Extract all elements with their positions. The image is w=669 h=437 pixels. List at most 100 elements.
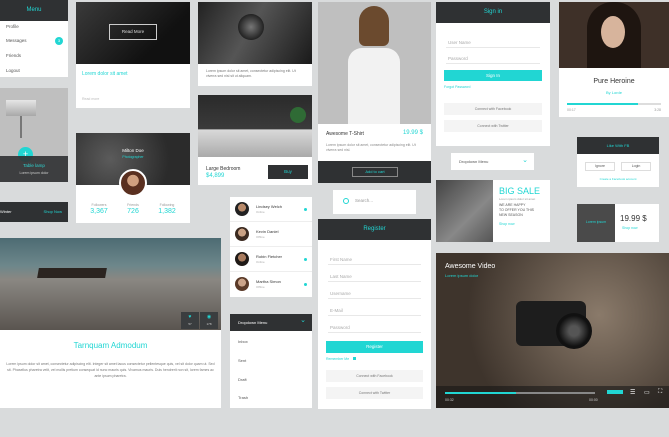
shop-strip-action[interactable]: Shop Now xyxy=(44,209,62,214)
register-twitter-button[interactable]: Connect with Twitter xyxy=(326,387,423,399)
register-header: Register xyxy=(318,219,431,240)
signin-twitter-button[interactable]: Connect with Twitter xyxy=(444,120,542,132)
video-controls: 00:32 00:00 ☰ ▭ ⛶ xyxy=(436,386,669,408)
dock-like-button[interactable]: ♥ 57 xyxy=(181,312,199,329)
stat-value: 726 xyxy=(127,208,139,215)
menu-item-logout[interactable]: Logout xyxy=(6,68,20,73)
password-field[interactable]: Password xyxy=(328,322,421,333)
contact-item[interactable]: Kevin Daniel Offline xyxy=(230,222,312,247)
contacts-list: Lindsey Welch Online Kevin Daniel Offlin… xyxy=(230,197,312,297)
signin-password-field[interactable]: Password xyxy=(446,53,540,64)
status-dot xyxy=(304,283,307,286)
read-more-button[interactable]: Read More xyxy=(109,24,157,40)
stat-followers[interactable]: Followers 3,367 xyxy=(82,203,116,215)
search-bar[interactable]: Search... xyxy=(333,190,416,214)
lamp-footer: Table lamp Lorem ipsum dolor xyxy=(0,156,68,182)
volume-bar[interactable] xyxy=(607,390,623,394)
lamp-card: + Table lamp Lorem ipsum dolor xyxy=(0,88,68,182)
contact-status: Offline xyxy=(256,285,265,289)
contact-item[interactable]: Martha Simon Offline xyxy=(230,272,312,297)
settings-icon[interactable]: ☰ xyxy=(630,389,635,396)
dock-view-count: 178 xyxy=(206,322,212,326)
video-progress-fill xyxy=(445,392,516,394)
tshirt-footer: Add to cart xyxy=(318,161,431,183)
tshirt-text: Lorem ipsum dolor sit amet, consectetur … xyxy=(326,143,416,152)
contact-status: Offline xyxy=(256,235,265,239)
price-card-label: Lorem ipsum xyxy=(585,220,607,224)
dock-view-button[interactable]: ◉ 178 xyxy=(200,312,218,329)
dropdown-menu-label: Dropdown Menu xyxy=(238,320,268,325)
price-card-action[interactable]: Shop now xyxy=(622,226,638,230)
screen-icon[interactable]: ▭ xyxy=(644,389,650,396)
price-card-price: 19.99 $ xyxy=(620,214,647,223)
register-facebook-button[interactable]: Connect with Facebook xyxy=(326,370,423,382)
sale-image xyxy=(436,180,493,242)
search-input[interactable]: Search... xyxy=(355,198,373,203)
facebook-create-link[interactable]: Create a Facebook account xyxy=(577,177,659,181)
tshirt-name: Awesome T-Shirt xyxy=(326,131,364,137)
avatar xyxy=(235,277,249,291)
menu-item-friends[interactable]: Friends xyxy=(6,53,21,58)
read-card-link[interactable]: Read more xyxy=(82,97,99,101)
player-progress-fill xyxy=(567,103,638,105)
contact-name: Robin Fletcher xyxy=(256,254,283,259)
avatar xyxy=(235,202,249,216)
signin-facebook-button[interactable]: Connect with Facebook xyxy=(444,103,542,115)
remember-me-label: Remember Me xyxy=(326,357,350,361)
username-field[interactable]: Username xyxy=(328,288,421,299)
sale-text: WE ARE HAPPY TO OFFER YOU THIS NEW SEASO… xyxy=(499,203,535,217)
singer-face xyxy=(601,16,625,48)
sale-subtitle: Lorem ipsum dolor sit amet xyxy=(499,197,536,201)
price-card: Lorem ipsum 19.99 $ Shop now xyxy=(577,204,659,242)
email-field[interactable]: E-Mail xyxy=(328,305,421,316)
menu-card: Menu Profile Messages 3 Friends Logout xyxy=(0,0,68,77)
dropdown-menu: Dropdown Menu ⌄ Inbox Sent Draft Trash xyxy=(230,314,312,408)
menu-item-profile[interactable]: Profile xyxy=(6,24,19,29)
contact-item[interactable]: Robin Fletcher Online xyxy=(230,247,312,272)
stat-following[interactable]: Following 1,382 xyxy=(150,203,184,215)
dock-text: Lorem ipsum dolor sit amet, consectetur … xyxy=(6,362,215,378)
forgot-password-link[interactable]: Forgot Password xyxy=(444,85,470,89)
fullscreen-icon[interactable]: ⛶ xyxy=(658,389,662,396)
signin-button[interactable]: Sign In xyxy=(444,70,542,81)
dropdown-item-trash[interactable]: Trash xyxy=(238,395,248,400)
camera-card: Lorem ipsum dolor sit amet, consectetur … xyxy=(198,2,312,86)
menu-header: Menu xyxy=(0,0,68,21)
signin-username-field[interactable]: User Name xyxy=(446,37,540,48)
first-name-field[interactable]: First Name xyxy=(328,254,421,265)
dropdown-item-sent[interactable]: Sent xyxy=(238,358,246,363)
facebook-title: Like With FB xyxy=(606,143,630,148)
signin-card: Sign in User Name Password Sign In Forgo… xyxy=(436,2,550,146)
profile-role: Photographer xyxy=(122,155,144,159)
dropdown-item-inbox[interactable]: Inbox xyxy=(238,339,248,344)
video-progress-track[interactable] xyxy=(445,392,595,394)
sale-card: BIG SALE Lorem ipsum dolor sit amet WE A… xyxy=(436,180,550,242)
bedroom-photo xyxy=(198,95,312,157)
last-name-field[interactable]: Last Name xyxy=(328,271,421,282)
dock-title: Tarnquam Admodum xyxy=(73,341,148,350)
register-button[interactable]: Register xyxy=(326,341,423,353)
dropdown-menu-header[interactable]: Dropdown Menu ⌄ xyxy=(230,314,312,331)
facebook-ignore-button[interactable]: Ignore xyxy=(585,162,615,171)
profile-avatar[interactable] xyxy=(119,169,147,197)
facebook-login-button[interactable]: Login xyxy=(621,162,651,171)
stat-friends[interactable]: Friends 726 xyxy=(116,203,150,215)
menu-item-messages[interactable]: Messages xyxy=(6,38,27,43)
lens-shape xyxy=(238,14,264,40)
plant-shape xyxy=(290,107,306,123)
player-time-start: 00:17 xyxy=(567,108,576,112)
video-time-start: 00:32 xyxy=(445,398,454,402)
model-shirt xyxy=(348,48,400,124)
profile-card: Milton Doe Photographer Followers 3,367 … xyxy=(76,133,190,223)
add-to-cart-button[interactable]: Add to cart xyxy=(352,167,398,177)
dropdown-small[interactable]: Dropdown Menu ⌄ xyxy=(451,153,534,170)
lamp-stand xyxy=(20,116,22,138)
bench-shape xyxy=(37,268,107,278)
bedroom-buy-button[interactable]: Buy xyxy=(268,165,308,179)
remember-me-checkbox[interactable]: Remember Me xyxy=(326,357,357,361)
player-progress-track[interactable] xyxy=(567,103,661,105)
dropdown-item-draft[interactable]: Draft xyxy=(238,377,247,382)
register-card: Register First Name Last Name Username E… xyxy=(318,219,431,409)
sale-link[interactable]: Shop now xyxy=(499,222,515,226)
contact-item[interactable]: Lindsey Welch Online xyxy=(230,197,312,222)
